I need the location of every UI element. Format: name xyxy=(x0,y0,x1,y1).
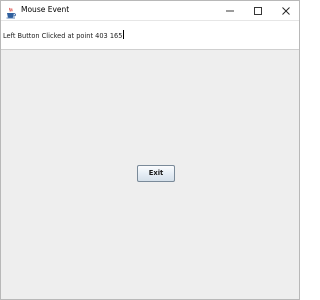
title-bar[interactable]: Mouse Event xyxy=(1,1,299,20)
close-icon xyxy=(281,1,291,20)
text-caret xyxy=(123,30,125,39)
event-text-value: Left Button Clicked at point 403 165 xyxy=(3,30,125,41)
window-title: Mouse Event xyxy=(21,5,70,14)
exit-button[interactable]: Exit xyxy=(137,165,175,182)
app-window: Mouse Event Left Button Clicked at point… xyxy=(0,0,300,300)
close-button[interactable] xyxy=(272,1,300,20)
event-text-field[interactable]: Left Button Clicked at point 403 165 xyxy=(1,20,299,50)
minimize-icon xyxy=(225,1,235,20)
minimize-button[interactable] xyxy=(216,1,244,20)
event-text: Left Button Clicked at point 403 165 xyxy=(3,32,123,40)
maximize-button[interactable] xyxy=(244,1,272,20)
maximize-icon xyxy=(253,1,263,20)
java-cup-icon xyxy=(5,4,17,19)
